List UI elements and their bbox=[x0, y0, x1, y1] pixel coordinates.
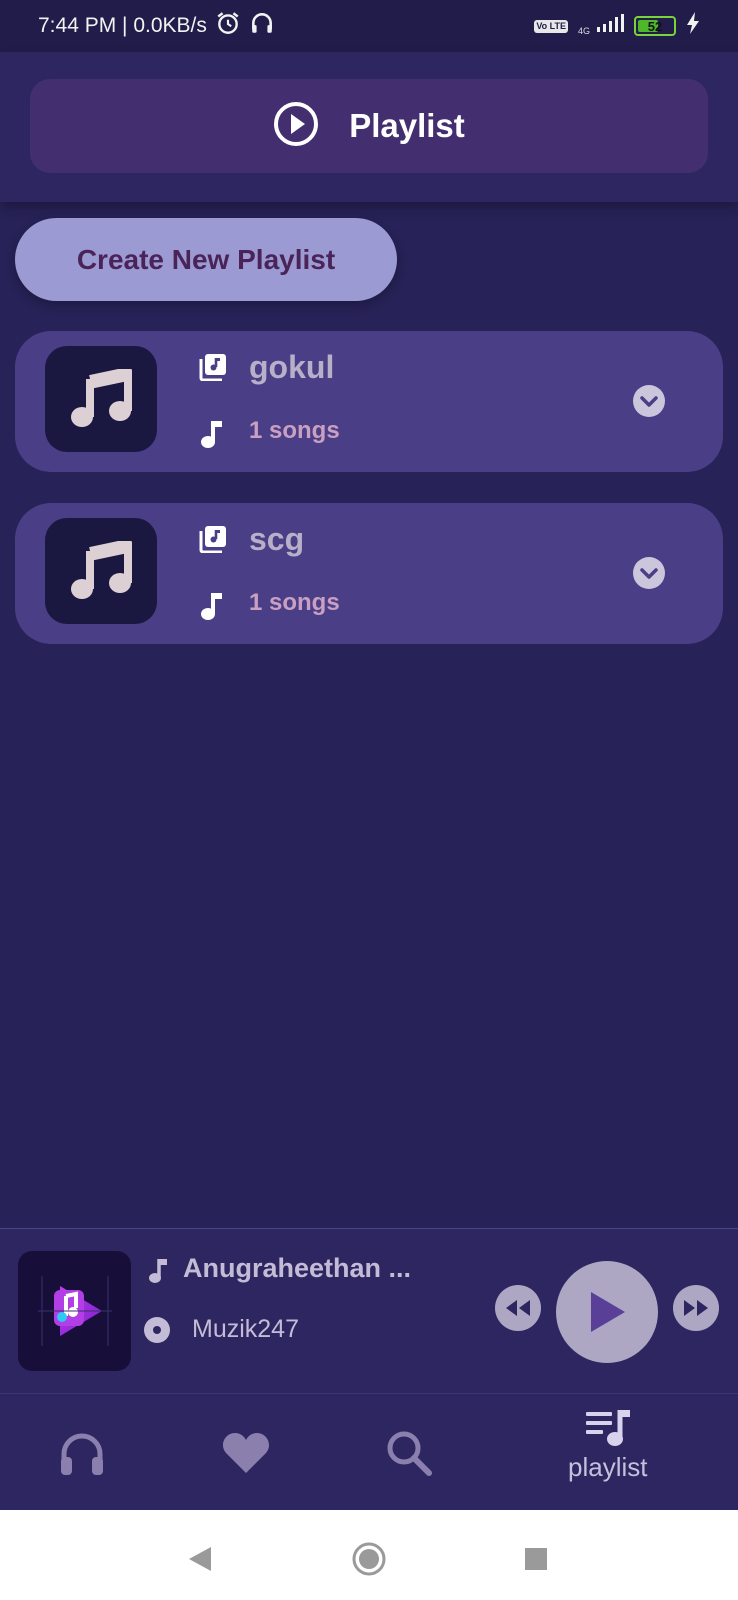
library-music-icon bbox=[199, 353, 227, 386]
headset-icon bbox=[249, 10, 275, 42]
heart-icon bbox=[222, 1433, 270, 1473]
playlist-name: scg bbox=[249, 521, 305, 557]
charging-icon bbox=[686, 12, 700, 40]
playlist-thumbnail bbox=[45, 518, 157, 624]
note-icon bbox=[148, 1257, 170, 1290]
status-left: 7:44 PM | 0.0KB/s bbox=[38, 10, 275, 42]
volte-icon: Vo LTE bbox=[534, 19, 568, 33]
fast-forward-icon bbox=[684, 1300, 708, 1316]
playlist-song-count: 1 songs bbox=[249, 417, 340, 444]
header: Playlist bbox=[0, 52, 738, 202]
create-playlist-button[interactable]: Create New Playlist bbox=[15, 218, 397, 301]
nav-playlist-label: playlist bbox=[568, 1452, 648, 1482]
status-bar: 7:44 PM | 0.0KB/s Vo LTE 4G 52 bbox=[0, 0, 738, 52]
fast-forward-button[interactable] bbox=[673, 1285, 719, 1331]
play-circle-icon bbox=[273, 101, 319, 152]
system-nav-bar bbox=[0, 1510, 738, 1600]
nav-search[interactable] bbox=[386, 1430, 432, 1476]
playlist-card[interactable]: gokul 1 songs bbox=[15, 331, 723, 472]
search-icon bbox=[387, 1431, 432, 1476]
page-title: Playlist bbox=[349, 107, 465, 144]
header-box: Playlist bbox=[30, 79, 708, 173]
chevron-down-icon[interactable] bbox=[632, 384, 666, 423]
note-icon bbox=[199, 419, 227, 454]
back-icon[interactable] bbox=[188, 1546, 212, 1577]
nav-playlist[interactable]: playlist bbox=[568, 1408, 647, 1483]
battery-level: 52 bbox=[647, 18, 663, 34]
rewind-button[interactable] bbox=[495, 1285, 541, 1331]
track-title: Anugraheethan ... bbox=[183, 1253, 412, 1283]
nav-home[interactable] bbox=[58, 1430, 106, 1476]
disc-icon bbox=[143, 1316, 171, 1349]
library-music-icon bbox=[199, 525, 227, 558]
home-icon[interactable] bbox=[352, 1542, 386, 1581]
play-button[interactable] bbox=[556, 1261, 658, 1363]
track-artist: Muzik247 bbox=[192, 1315, 299, 1343]
status-time-speed: 7:44 PM | 0.0KB/s bbox=[38, 14, 207, 37]
headphones-icon bbox=[61, 1433, 103, 1475]
playlist-card[interactable]: scg 1 songs bbox=[15, 503, 723, 644]
rewind-icon bbox=[506, 1300, 530, 1316]
nav-favorites[interactable] bbox=[222, 1432, 270, 1474]
playlist-icon bbox=[585, 1410, 630, 1446]
alarm-icon bbox=[215, 10, 241, 42]
album-art bbox=[18, 1251, 131, 1371]
playlist-song-count: 1 songs bbox=[249, 589, 340, 616]
battery-icon: 52 bbox=[634, 16, 676, 36]
chevron-down-icon[interactable] bbox=[632, 556, 666, 595]
play-icon bbox=[591, 1292, 625, 1332]
bottom-nav: playlist bbox=[0, 1393, 738, 1510]
mini-player[interactable]: Anugraheethan ... Muzik247 bbox=[0, 1228, 738, 1393]
signal-icon bbox=[596, 13, 624, 39]
playlist-name: gokul bbox=[249, 349, 335, 385]
network-type: 4G bbox=[577, 26, 590, 36]
app-logo-icon bbox=[37, 1276, 112, 1346]
playlist-thumbnail bbox=[45, 346, 157, 452]
recents-icon[interactable] bbox=[524, 1547, 548, 1576]
music-note-icon bbox=[71, 541, 132, 599]
music-note-icon bbox=[71, 369, 132, 427]
note-icon bbox=[199, 591, 227, 626]
status-right: Vo LTE 4G 52 bbox=[534, 12, 700, 40]
